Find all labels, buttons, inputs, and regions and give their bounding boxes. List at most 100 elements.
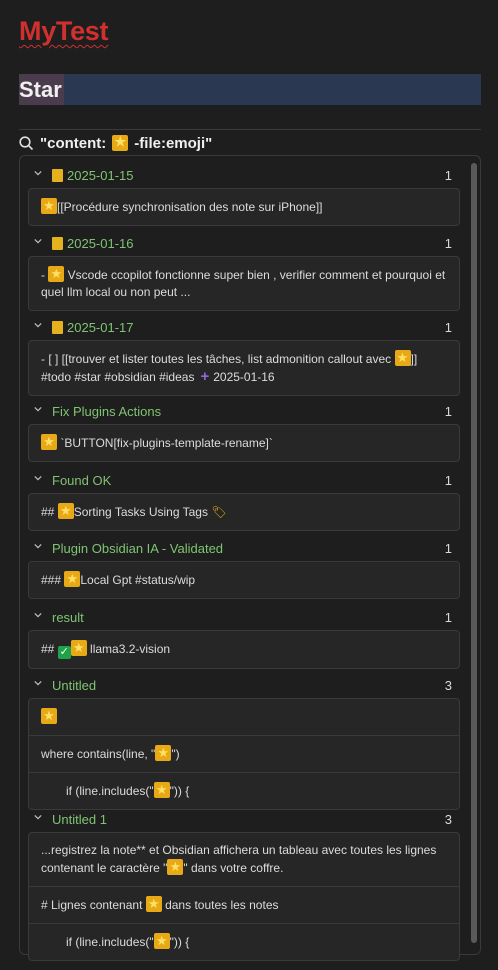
chevron-down-icon[interactable] [34,237,42,245]
match-text: ")) { [169,935,190,949]
match-count: 1 [444,320,452,335]
group-file-name[interactable]: Fix Plugins Actions [52,404,161,419]
star-emoji-icon [41,197,57,214]
match-line[interactable]: - Vscode ccopilot fonctionne super bien … [29,257,459,310]
match-text: `BUTTON[fix-plugins-template-rename]` [57,436,273,450]
match-line[interactable]: [[Procédure synchronisation des note sur… [29,189,459,225]
group-header[interactable]: 2025-01-17 1 [28,316,460,340]
group-file-name[interactable]: 2025-01-16 [52,236,134,251]
plus-icon: + [200,368,210,385]
daily-note-icon [52,321,63,334]
match-line[interactable]: where contains(line, " ") [29,735,459,772]
group-header[interactable]: Found OK 1 [28,469,460,493]
search-query[interactable]: "content: -file:emoji" [19,133,212,153]
chevron-down-icon[interactable] [34,169,42,177]
group-file-name[interactable]: Untitled [52,678,96,693]
match-line[interactable]: if (line.includes(" ")) { [29,772,459,809]
chevron-down-icon[interactable] [34,813,42,821]
star-emoji-icon [70,639,87,656]
star-emoji-icon [48,265,65,282]
group-name-label: Found OK [52,473,112,488]
match-text: ## [41,505,58,519]
chevron-down-icon[interactable] [34,321,42,329]
star-emoji-icon [153,781,170,798]
daily-note-icon [52,169,63,182]
match-line[interactable]: - [ ] [[trouver et lister toutes les tâc… [29,341,459,395]
result-group: 2025-01-17 1 - [ ] [[trouver et lister tou… [28,316,460,396]
group-header[interactable]: Untitled 1 3 [28,808,460,832]
match-count: 1 [444,236,452,251]
match-line[interactable] [29,699,459,735]
section-heading: Star [19,74,64,105]
match-text: if (line.includes(" [66,784,154,798]
chevron-down-icon[interactable] [34,542,42,550]
star-emoji-icon [153,932,170,949]
match-line[interactable]: ## ✓ llama3.2-vision [29,631,459,668]
star-emoji-icon [167,858,184,875]
group-header[interactable]: Fix Plugins Actions 1 [28,400,460,424]
match-count: 3 [444,812,452,827]
divider [19,129,481,130]
group-header[interactable]: 2025-01-15 1 [28,164,460,188]
star-emoji-icon [64,570,81,587]
result-group: Untitled 1 3 ...registrez la note** et Obs… [28,808,460,961]
match-card: where contains(line, " ") if (line.include… [28,698,460,810]
chevron-down-icon[interactable] [34,405,42,413]
group-header[interactable]: Untitled 3 [28,674,460,698]
match-card: `BUTTON[fix-plugins-template-rename]` [28,424,460,462]
chevron-down-icon[interactable] [34,611,42,619]
group-name-label: Plugin Obsidian IA - Validated [52,541,224,556]
match-text: 2025-01-16 [213,370,275,384]
group-name-label: Untitled 1 [52,812,107,827]
result-group: Found OK 1 ## Sorting Tasks Using Tags 🏷 [28,469,460,531]
match-card: ...registrez la note** et Obsidian affic… [28,832,460,961]
match-count: 1 [444,610,452,625]
star-emoji-icon [112,134,129,151]
match-card: - [ ] [[trouver et lister toutes les tâc… [28,340,460,396]
results-scrollbar[interactable] [471,163,477,943]
result-group: 2025-01-16 1 - Vscode ccopilot fonctionne … [28,232,460,311]
match-text: if (line.includes(" [66,935,154,949]
chevron-down-icon[interactable] [34,474,42,482]
match-text: [[Procédure synchronisation des note sur… [57,200,323,214]
group-header[interactable]: Plugin Obsidian IA - Validated 1 [28,537,460,561]
group-name-label: Untitled [52,678,97,693]
match-card: [[Procédure synchronisation des note sur… [28,188,460,226]
match-text: llama3.2-vision [86,642,171,656]
match-line[interactable]: ## Sorting Tasks Using Tags 🏷 [29,494,459,530]
match-text: where contains(line, " [41,747,156,761]
match-line[interactable]: `BUTTON[fix-plugins-template-rename]` [29,425,459,461]
group-name-label: 2025-01-16 [67,236,134,251]
match-text: dans toutes les notes [161,898,279,912]
star-emoji-icon [145,895,162,912]
group-file-name[interactable]: Untitled 1 [52,812,107,827]
group-header[interactable]: result 1 [28,606,460,630]
match-card: ### Local Gpt #status/wip [28,561,460,599]
match-text: - [41,268,49,282]
group-file-name[interactable]: Plugin Obsidian IA - Validated [52,541,223,556]
query-prefix: "content: [40,134,107,152]
group-file-name[interactable]: result [52,610,84,625]
group-file-name[interactable]: 2025-01-17 [52,320,134,335]
match-text: - [ ] [[trouver et lister toutes les tâc… [41,352,395,366]
group-file-name[interactable]: 2025-01-15 [52,168,134,183]
match-text: ") [171,747,180,761]
query-suffix: -file:emoji" [134,134,213,152]
group-file-name[interactable]: Found OK [52,473,111,488]
search-icon [19,135,34,150]
match-line[interactable]: ### Local Gpt #status/wip [29,562,459,598]
match-line[interactable]: ...registrez la note** et Obsidian affic… [29,833,459,886]
match-text: # Lignes contenant [41,898,146,912]
group-name-label: result [52,610,84,625]
chevron-down-icon[interactable] [34,679,42,687]
group-name-label: Fix Plugins Actions [52,404,162,419]
checkmark-emoji-icon: ✓ [57,646,71,659]
group-name-label: 2025-01-15 [67,168,134,183]
group-name-label: 2025-01-17 [67,320,134,335]
tag-icon: 🏷 [211,505,227,519]
match-line[interactable]: if (line.includes(" ")) { [29,923,459,960]
star-emoji-icon [57,502,74,519]
group-header[interactable]: 2025-01-16 1 [28,232,460,256]
match-line[interactable]: # Lignes contenant dans toutes les notes [29,886,459,923]
match-text: Vscode ccopilot fonctionne super bien , … [41,268,446,299]
